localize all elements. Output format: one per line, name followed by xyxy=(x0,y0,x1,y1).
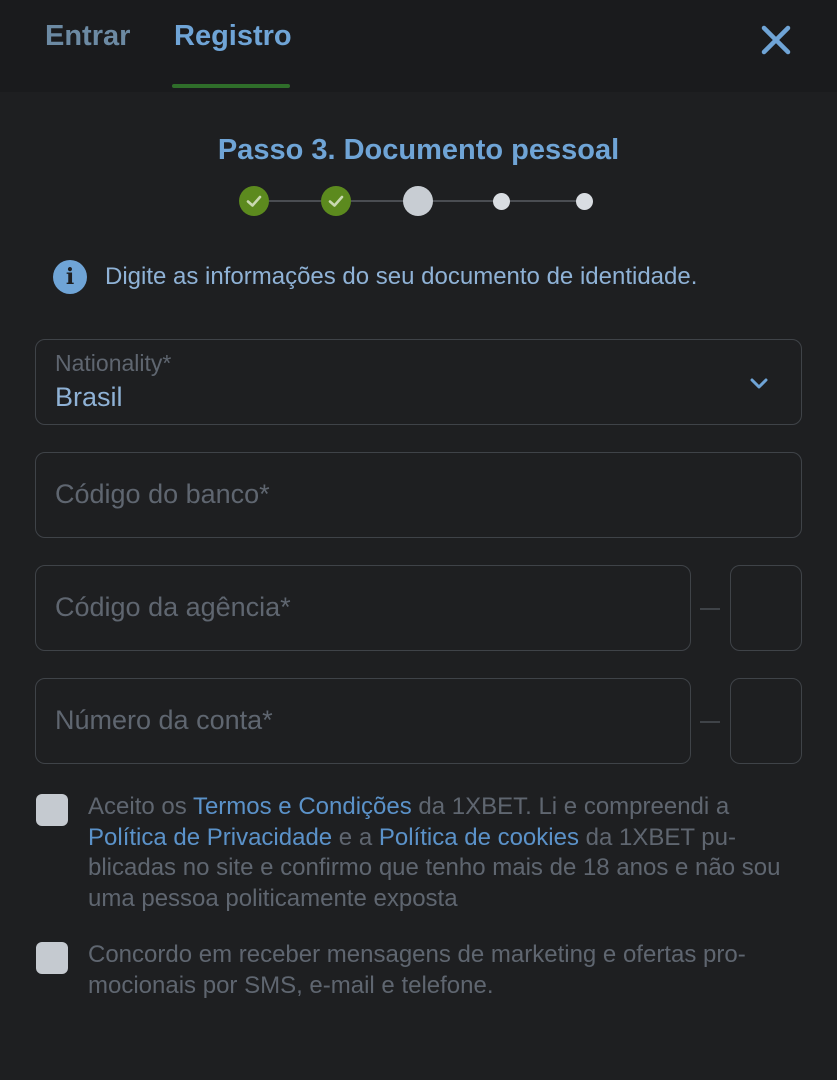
terms-link[interactable]: Termos e Condições xyxy=(193,793,412,820)
terms-text-part3: e a xyxy=(332,823,379,851)
tab-registro[interactable]: Registro xyxy=(174,20,292,53)
agency-digit-field[interactable] xyxy=(730,565,802,651)
account-digit-separator xyxy=(700,721,720,723)
account-number-placeholder: Número da conta* xyxy=(55,705,273,735)
auth-tabs-bar: Entrar Registro xyxy=(0,0,837,92)
marketing-consent-row: Concordo em receber mensagens de marketi… xyxy=(36,940,806,1004)
agency-code-placeholder: Código da agência* xyxy=(55,592,291,622)
nationality-label: Nationality* xyxy=(55,350,172,376)
step-title: Passo 3. Documento pessoal xyxy=(217,134,620,166)
terms-consent-row: Aceito os Termos e Condições da 1XBET. L… xyxy=(36,792,806,916)
privacy-policy-link[interactable]: Política de Privacidade xyxy=(88,824,332,851)
check-icon xyxy=(246,195,262,207)
bank-code-placeholder: Código do banco* xyxy=(55,479,270,509)
bank-code-field[interactable]: Código do banco* xyxy=(35,452,802,538)
step-5-pending xyxy=(576,193,593,210)
cookie-policy-link[interactable]: Política de cookies xyxy=(379,824,579,851)
account-number-field[interactable]: Número da conta* xyxy=(35,678,691,764)
check-icon xyxy=(328,195,344,207)
step-3-current xyxy=(403,186,433,216)
info-message: i Digite as informações do seu documento… xyxy=(53,259,793,299)
nationality-select[interactable]: Nationality* Brasil xyxy=(35,339,802,425)
marketing-checkbox[interactable] xyxy=(36,942,68,974)
info-icon: i xyxy=(53,260,87,294)
info-text: Digite as informações do seu documento d… xyxy=(105,263,698,290)
tab-entrar[interactable]: Entrar xyxy=(45,20,130,53)
close-button[interactable] xyxy=(756,20,796,60)
chevron-down-icon xyxy=(750,378,768,389)
terms-consent-text: Aceito os Termos e Condições da 1XBET. L… xyxy=(88,792,804,914)
account-digit-field[interactable] xyxy=(730,678,802,764)
nationality-value: Brasil xyxy=(55,382,123,412)
close-icon xyxy=(761,25,791,55)
marketing-consent-text: Concordo em receber mensagens de marketi… xyxy=(88,941,746,999)
agency-code-field[interactable]: Código da agência* xyxy=(35,565,691,651)
step-2-complete xyxy=(321,186,351,216)
step-1-complete xyxy=(239,186,269,216)
agency-digit-separator xyxy=(700,608,720,610)
active-tab-indicator xyxy=(172,84,290,88)
terms-checkbox[interactable] xyxy=(36,794,68,826)
terms-text-part1: Aceito os xyxy=(88,793,193,820)
terms-text-part2: da 1XBET. Li e compreendi a xyxy=(411,793,730,820)
step-4-pending xyxy=(493,193,510,210)
